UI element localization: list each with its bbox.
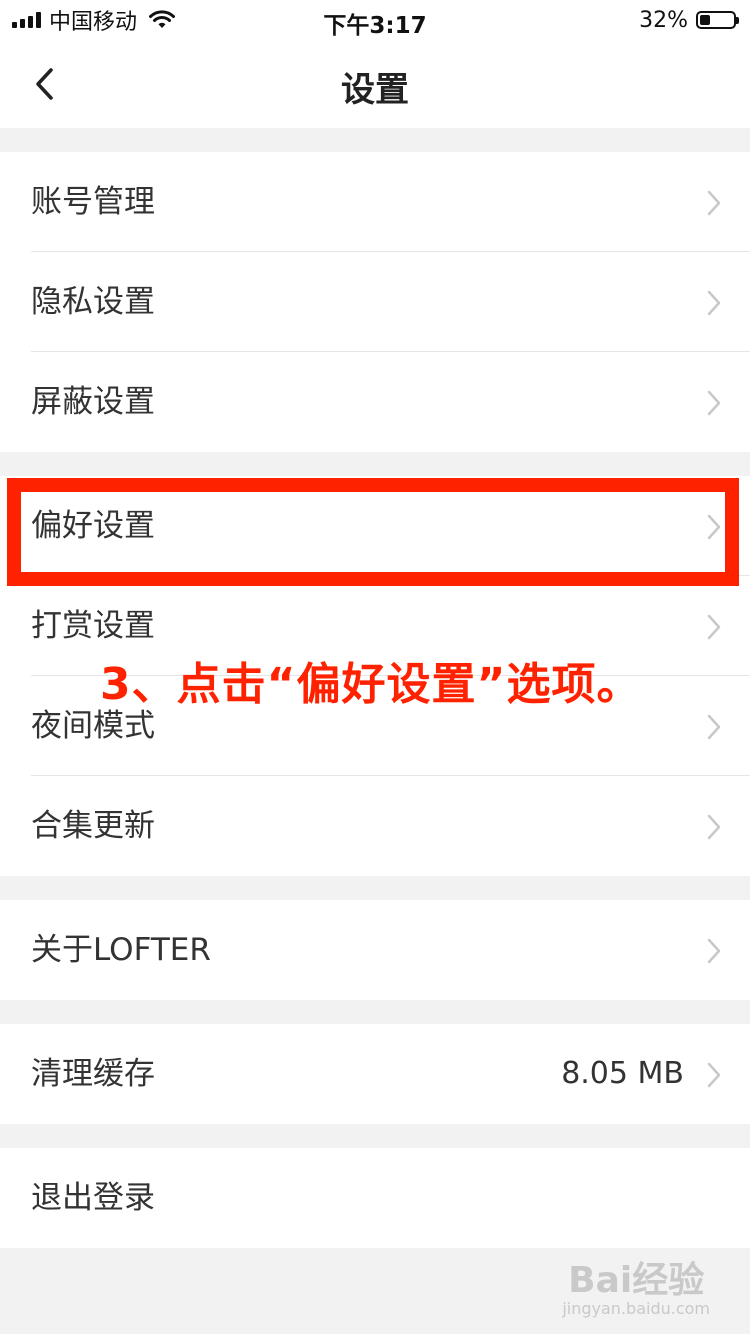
settings-group-about: 关于LOFTER (0, 900, 750, 1000)
settings-item-label: 屏蔽设置 (31, 384, 155, 420)
settings-item-label: 合集更新 (31, 808, 155, 844)
settings-group-account: 账号管理 隐私设置 屏蔽设置 (0, 152, 750, 452)
chevron-right-icon (707, 714, 721, 740)
logout-label: 退出登录 (31, 1180, 155, 1216)
settings-item-label: 偏好设置 (31, 508, 155, 544)
settings-group-logout: 退出登录 (0, 1148, 750, 1248)
watermark-url: jingyan.baidu.com (562, 1299, 710, 1318)
settings-item-label: 账号管理 (31, 184, 155, 220)
settings-item-privacy[interactable]: 隐私设置 (0, 252, 750, 352)
nav-bar: 设置 (0, 40, 750, 128)
battery-icon (696, 11, 739, 29)
watermark: Bai经验 jingyan.baidu.com (562, 1262, 710, 1318)
battery-percent: 32% (639, 7, 688, 33)
chevron-right-icon (707, 1062, 721, 1088)
settings-item-block[interactable]: 屏蔽设置 (0, 352, 750, 452)
chevron-right-icon (707, 514, 721, 540)
settings-item-label: 关于LOFTER (31, 932, 211, 968)
settings-group-cache: 清理缓存 8.05 MB (0, 1024, 750, 1124)
battery-level (700, 15, 711, 25)
chevron-right-icon (707, 814, 721, 840)
status-bar: 中国移动 下午3:17 32% (0, 0, 750, 40)
tutorial-annotation: 3、点击“偏好设置”选项。 (100, 659, 642, 710)
chevron-right-icon (707, 390, 721, 416)
settings-item-account[interactable]: 账号管理 (0, 152, 750, 252)
chevron-right-icon (707, 190, 721, 216)
chevron-right-icon (707, 290, 721, 316)
chevron-right-icon (707, 614, 721, 640)
settings-item-preferences[interactable]: 偏好设置 (0, 476, 750, 576)
settings-item-about[interactable]: 关于LOFTER (0, 900, 750, 1000)
page-title: 设置 (341, 70, 409, 110)
logout-button[interactable]: 退出登录 (0, 1148, 750, 1248)
settings-item-collection-update[interactable]: 合集更新 (0, 776, 750, 876)
status-time: 下午3:17 (323, 13, 427, 39)
watermark-logo: Bai经验 (568, 1260, 705, 1301)
settings-item-label: 隐私设置 (31, 284, 155, 320)
settings-item-clear-cache[interactable]: 清理缓存 8.05 MB (0, 1024, 750, 1124)
status-bar-right: 32% (639, 6, 739, 34)
chevron-right-icon (707, 938, 721, 964)
settings-item-label: 清理缓存 (31, 1056, 155, 1092)
cache-size: 8.05 MB (561, 1056, 684, 1091)
